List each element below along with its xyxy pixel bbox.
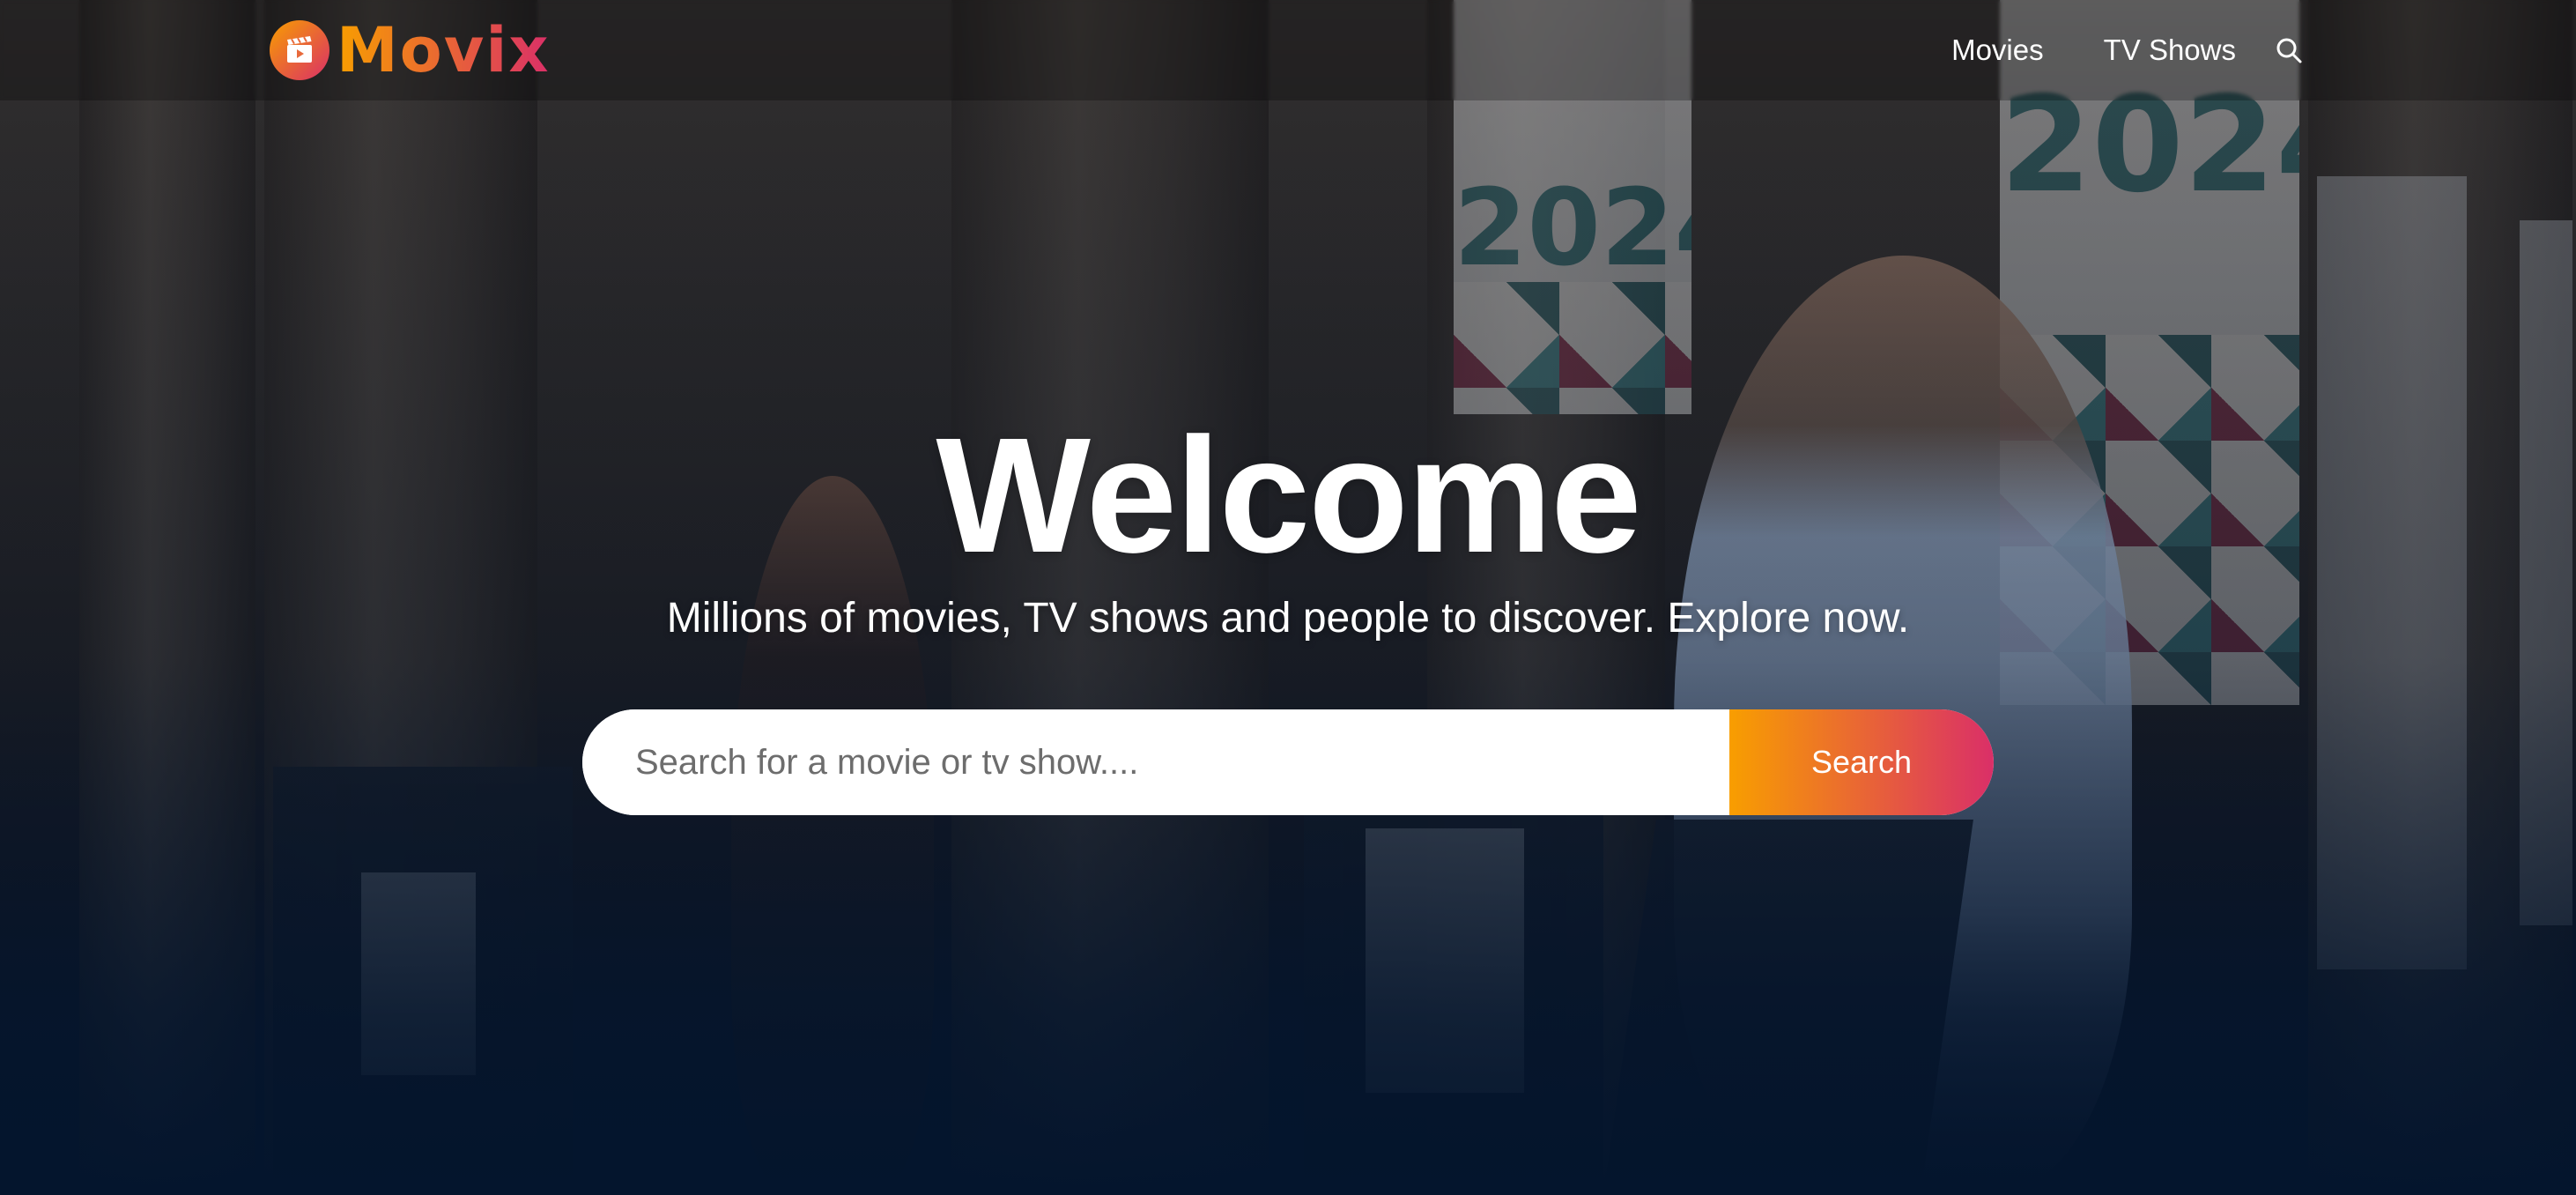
search-icon[interactable] [2271,33,2306,68]
nav-item-movies[interactable]: Movies [1921,33,2074,67]
hero-subtitle: Millions of movies, TV shows and people … [666,595,1910,642]
hero-search-bar: Search [582,709,1994,815]
clapperboard-icon [270,20,329,80]
logo[interactable]: Movix [270,19,551,81]
nav-item-tv-shows[interactable]: TV Shows [2074,33,2266,67]
site-header: Movix Movies TV Shows [0,0,2576,100]
search-input[interactable] [582,709,1729,815]
main-nav: Movies TV Shows [1921,33,2306,68]
hero-section: Welcome Millions of movies, TV shows and… [0,414,2576,815]
search-button[interactable]: Search [1729,709,1994,815]
logo-text: Movix [337,14,551,86]
header-inner: Movix Movies TV Shows [270,0,2306,100]
hero-title: Welcome [936,405,1641,587]
